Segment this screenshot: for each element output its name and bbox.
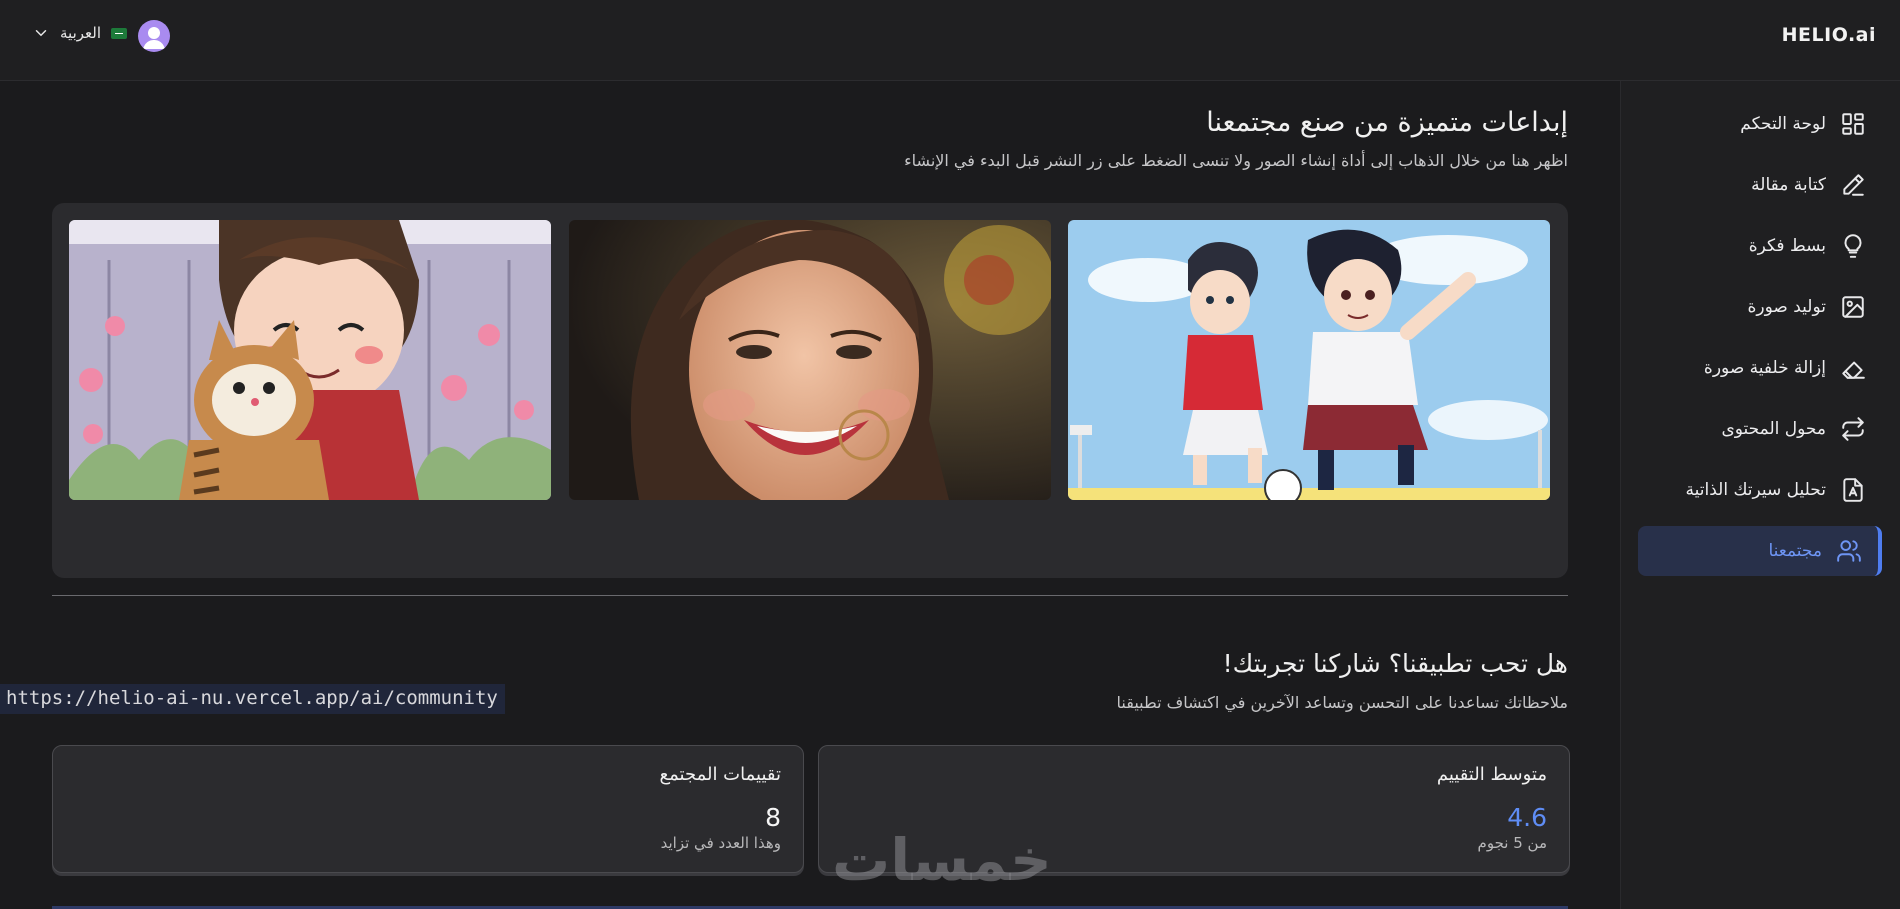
repeat-icon xyxy=(1842,417,1864,441)
page-title: إبداعات متميزة من صنع مجتمعنا xyxy=(1206,107,1568,138)
pen-icon xyxy=(1843,174,1864,196)
sidebar-item-content-converter[interactable]: محول المحتوى xyxy=(1638,404,1882,454)
section-divider xyxy=(52,595,1568,596)
sidebar-item-remove-background[interactable]: إزالة خلفية صورة xyxy=(1638,343,1882,393)
sidebar: لوحة التحكم كتابة مقالة بسط فكرة توليد ص… xyxy=(1620,81,1900,909)
average-rating-title: متوسط التقييم xyxy=(1436,764,1547,785)
smiling-woman-image[interactable] xyxy=(569,220,1051,500)
users-icon xyxy=(1837,540,1861,562)
sidebar-item-resume-analysis[interactable]: تحليل سيرتك الذاتية xyxy=(1638,465,1882,515)
community-ratings-value: 8 xyxy=(765,803,781,832)
sidebar-item-label: إزالة خلفية صورة xyxy=(1703,358,1826,378)
image-icon xyxy=(1842,296,1864,318)
language-label: العربية xyxy=(60,24,101,42)
feedback-subtitle: ملاحظاتك تساعدنا على التحسن وتساعد الآخر… xyxy=(1116,693,1568,712)
sidebar-item-label: توليد صورة xyxy=(1747,297,1826,317)
status-url-tooltip: https://helio-ai-nu.vercel.app/ai/commun… xyxy=(0,684,505,714)
page-subtitle: اظهر هنا من خلال الذهاب إلى أداة إنشاء ا… xyxy=(904,151,1568,170)
community-ratings-title: تقييمات المجتمع xyxy=(659,764,781,785)
dashboard-icon xyxy=(1842,113,1864,135)
language-selector[interactable]: العربية xyxy=(32,24,127,42)
feedback-title: هل تحب تطبيقنا؟ شاركنا تجربتك! xyxy=(1222,649,1568,678)
saudi-flag-icon xyxy=(111,27,127,39)
watermark-logo: خمسات xyxy=(832,826,1052,894)
sidebar-item-label: لوحة التحكم xyxy=(1740,114,1826,134)
brand-logo[interactable]: HELIO.ai xyxy=(1782,24,1876,46)
sidebar-item-label: تحليل سيرتك الذاتية xyxy=(1685,480,1826,500)
boy-hugging-cat-image[interactable] xyxy=(69,220,551,500)
top-header: HELIO.ai العربية xyxy=(0,0,1900,81)
sidebar-item-label: بسط فكرة xyxy=(1748,236,1826,256)
sidebar-item-write-article[interactable]: كتابة مقالة xyxy=(1638,160,1882,210)
sidebar-item-community[interactable]: مجتمعنا xyxy=(1638,526,1882,576)
resume-icon xyxy=(1843,478,1863,502)
sidebar-item-dashboard[interactable]: لوحة التحكم xyxy=(1638,99,1882,149)
lightbulb-icon xyxy=(1844,234,1862,258)
sidebar-item-generate-image[interactable]: توليد صورة xyxy=(1638,282,1882,332)
soccer-boys-image[interactable] xyxy=(1068,220,1550,500)
community-ratings-note: وهذا العدد في تزايد xyxy=(660,834,781,852)
community-gallery xyxy=(52,203,1568,578)
sidebar-item-expand-idea[interactable]: بسط فكرة xyxy=(1638,221,1882,271)
community-ratings-card: تقييمات المجتمع 8 وهذا العدد في تزايد xyxy=(52,745,804,873)
user-avatar-icon[interactable] xyxy=(138,20,170,52)
sidebar-item-label: محول المحتوى xyxy=(1721,419,1826,439)
sidebar-item-label: مجتمعنا xyxy=(1768,541,1822,561)
eraser-icon xyxy=(1842,361,1865,379)
sidebar-item-label: كتابة مقالة xyxy=(1751,175,1826,195)
chevron-down-icon xyxy=(35,30,47,37)
